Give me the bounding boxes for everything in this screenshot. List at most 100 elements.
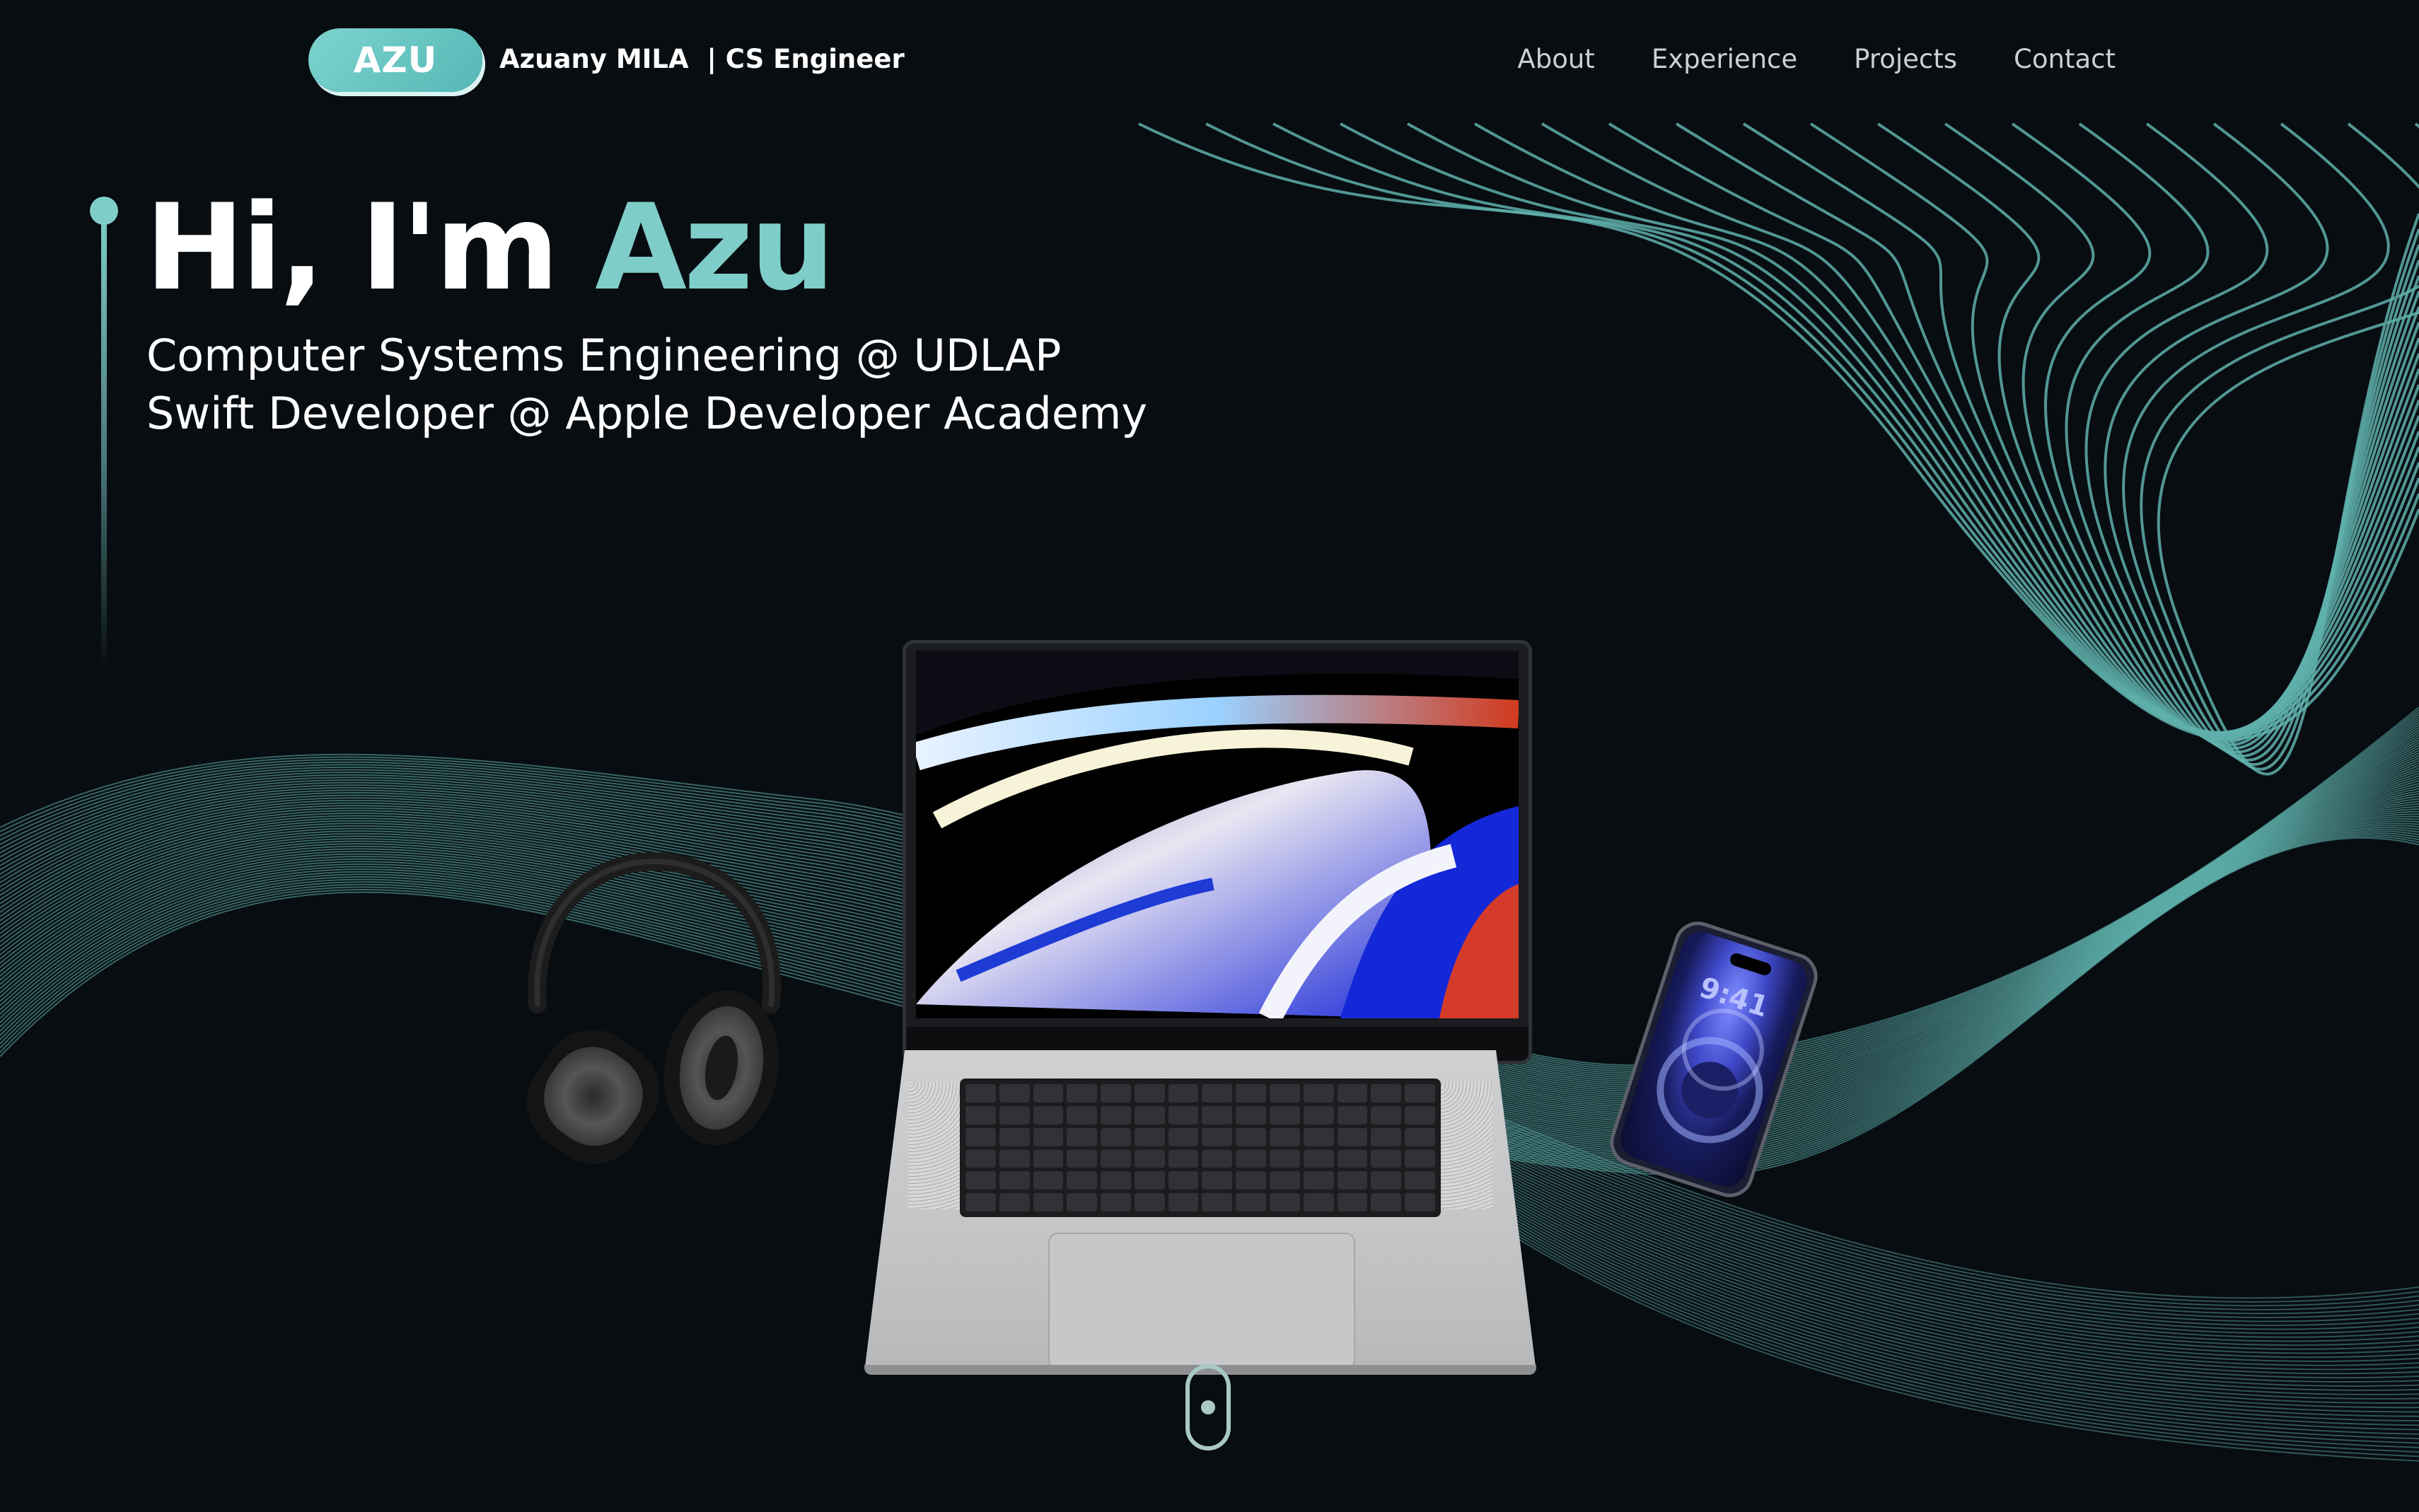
logo-text: AZU	[353, 40, 438, 81]
brand-name: Azuany MILA | CS Engineer	[499, 44, 905, 74]
keyboard-key	[1033, 1193, 1064, 1211]
scroll-dot	[1201, 1400, 1215, 1414]
keyboard-key	[1033, 1084, 1064, 1103]
nav-link-about[interactable]: About	[1517, 44, 1594, 74]
laptop-base	[864, 1050, 1536, 1372]
hero-subtitle-line-2: Swift Developer @ Apple Developer Academ…	[146, 388, 1148, 439]
keyboard-key	[1101, 1127, 1131, 1146]
hero-name: Azu	[595, 178, 835, 317]
keyboard-key	[1405, 1193, 1435, 1211]
keyboard-key	[1236, 1127, 1267, 1146]
keyboard-key	[1236, 1171, 1267, 1190]
keyboard-key	[999, 1193, 1030, 1211]
keyboard-key	[1337, 1149, 1368, 1168]
keyboard-key	[1236, 1084, 1267, 1103]
hero-greeting: Hi, I'm	[145, 178, 559, 317]
keyboard-key	[1337, 1127, 1368, 1146]
keyboard-key	[1405, 1127, 1435, 1146]
keyboard-key	[1371, 1084, 1402, 1103]
keyboard-key	[1202, 1084, 1233, 1103]
keyboard-key	[1270, 1193, 1300, 1211]
keyboard-key	[1270, 1171, 1300, 1190]
keyboard-key	[1033, 1105, 1064, 1124]
keyboard-key	[965, 1149, 996, 1168]
keyboard-key	[1371, 1127, 1402, 1146]
keyboard-key	[999, 1149, 1030, 1168]
hero-vertical-line	[101, 216, 107, 668]
keyboard-key	[965, 1084, 996, 1103]
keyboard-key	[1168, 1127, 1199, 1146]
keyboard-key	[1337, 1193, 1368, 1211]
keyboard-key	[1202, 1171, 1233, 1190]
keyboard-key	[1033, 1127, 1064, 1146]
keyboard-key	[1067, 1171, 1098, 1190]
keyboard-key	[1303, 1127, 1334, 1146]
keyboard-key	[1303, 1105, 1334, 1124]
mouse-scroll-icon[interactable]	[1185, 1364, 1231, 1450]
keyboard-key	[1405, 1149, 1435, 1168]
headphones-image	[526, 852, 782, 1165]
keyboard-key	[1202, 1105, 1233, 1124]
keyboard-key	[1134, 1084, 1165, 1103]
keyboard-key	[1270, 1149, 1300, 1168]
keyboard-key	[1236, 1193, 1267, 1211]
keyboard-key	[1101, 1105, 1131, 1124]
keyboard-key	[1337, 1084, 1368, 1103]
nav-link-experience[interactable]: Experience	[1652, 44, 1797, 74]
keyboard-key	[1134, 1171, 1165, 1190]
keyboard-key	[1270, 1084, 1300, 1103]
keyboard-key	[1371, 1149, 1402, 1168]
keyboard-key	[1168, 1105, 1199, 1124]
navbar: AZU Azuany MILA | CS Engineer About Expe…	[0, 0, 2419, 124]
keyboard-key	[1337, 1171, 1368, 1190]
nav-links: About Experience Projects Contact	[1517, 44, 2116, 74]
laptop-wallpaper	[916, 651, 1519, 1018]
keyboard-key	[1134, 1105, 1165, 1124]
hero-title: Hi, I'm Azu	[145, 177, 835, 318]
keyboard-key	[1337, 1105, 1368, 1124]
keyboard-key	[1134, 1193, 1165, 1211]
keyboard-key	[965, 1171, 996, 1190]
keyboard-key	[1405, 1171, 1435, 1190]
hero-subtitle: Computer Systems Engineering @ UDLAP Swi…	[146, 327, 1147, 443]
nav-link-contact[interactable]: Contact	[2014, 44, 2116, 74]
laptop-speaker-right	[1436, 1082, 1492, 1209]
keyboard-key	[1168, 1171, 1199, 1190]
keyboard-key	[1033, 1171, 1064, 1190]
keyboard-key	[1101, 1193, 1131, 1211]
hero-subtitle-line-1: Computer Systems Engineering @ UDLAP	[146, 330, 1062, 381]
keyboard-key	[1371, 1105, 1402, 1124]
laptop-keyboard	[960, 1078, 1441, 1217]
keyboard-key	[1303, 1193, 1334, 1211]
keyboard-key	[1303, 1171, 1334, 1190]
keyboard-key	[1405, 1105, 1435, 1124]
keyboard-key	[1134, 1127, 1165, 1146]
keyboard-key	[1067, 1193, 1098, 1211]
keyboard-key	[1202, 1149, 1233, 1168]
keyboard-key	[1303, 1084, 1334, 1103]
keyboard-key	[999, 1127, 1030, 1146]
keyboard-key	[1033, 1149, 1064, 1168]
keyboard-key	[999, 1171, 1030, 1190]
keyboard-key	[1067, 1105, 1098, 1124]
keyboard-key	[1236, 1105, 1267, 1124]
keyboard-key	[1067, 1127, 1098, 1146]
keyboard-key	[1236, 1149, 1267, 1168]
keyboard-key	[1405, 1084, 1435, 1103]
keyboard-key	[1371, 1171, 1402, 1190]
logo-button[interactable]: AZU	[308, 28, 482, 92]
laptop-trackpad	[1048, 1233, 1355, 1370]
keyboard-key	[1101, 1171, 1131, 1190]
laptop-speaker-left	[908, 1082, 965, 1209]
keyboard-key	[1202, 1193, 1233, 1211]
keyboard-key	[1270, 1105, 1300, 1124]
portfolio-page: AZU Azuany MILA | CS Engineer About Expe…	[0, 0, 2419, 1512]
keyboard-key	[965, 1105, 996, 1124]
nav-link-projects[interactable]: Projects	[1854, 44, 1957, 74]
keyboard-key	[1371, 1193, 1402, 1211]
keyboard-key	[1168, 1084, 1199, 1103]
keyboard-key	[1101, 1149, 1131, 1168]
keyboard-key	[1270, 1127, 1300, 1146]
keyboard-key	[999, 1105, 1030, 1124]
keyboard-key	[1067, 1084, 1098, 1103]
